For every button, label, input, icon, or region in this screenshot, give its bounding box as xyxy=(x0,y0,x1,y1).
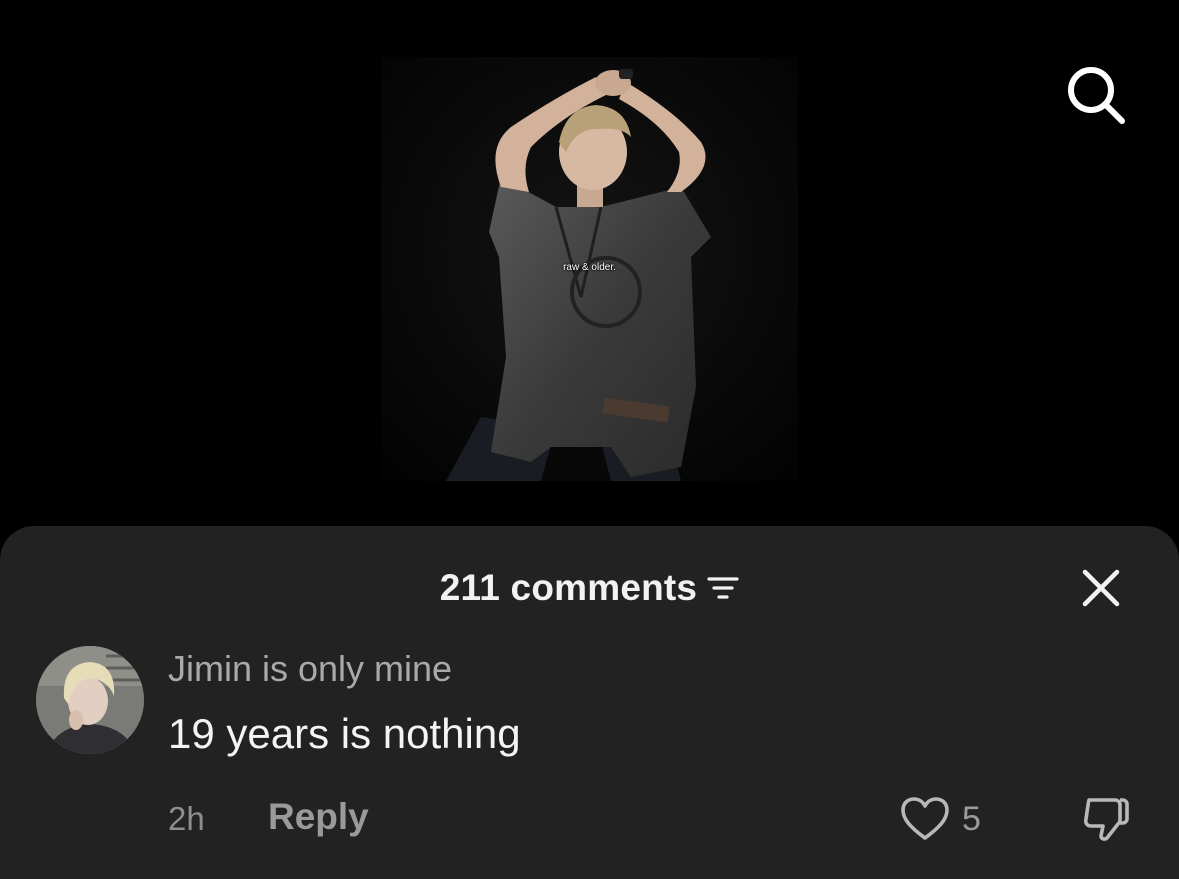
comment-count: 211 comments xyxy=(439,567,698,608)
commenter-avatar[interactable] xyxy=(36,646,144,754)
like-button[interactable]: 5 xyxy=(900,794,981,844)
sort-filter-icon xyxy=(707,577,739,599)
like-count: 5 xyxy=(962,799,981,838)
tiktok-comments-screen: raw & older. 211 comments Jimin is only … xyxy=(0,0,1179,879)
search-button[interactable] xyxy=(1058,67,1134,124)
comment-text: 19 years is nothing xyxy=(168,710,521,757)
comment-username[interactable]: Jimin is only mine xyxy=(168,648,452,690)
comment-timestamp: 2h xyxy=(168,800,205,837)
comments-header: 211 comments xyxy=(0,566,1179,610)
close-button[interactable] xyxy=(1076,566,1126,610)
comments-sheet: 211 comments Jimin is only mine 19 years… xyxy=(0,526,1179,879)
heart-outline-icon xyxy=(901,797,949,840)
search-icon xyxy=(1068,67,1125,124)
sort-comments-button[interactable]: 211 comments xyxy=(440,567,739,609)
close-icon xyxy=(1082,569,1120,607)
video-thumbnail xyxy=(381,57,798,481)
avatar-image xyxy=(36,646,144,754)
reply-button[interactable]: Reply xyxy=(268,796,369,838)
dislike-button[interactable] xyxy=(1078,794,1134,844)
thumbs-down-icon xyxy=(1083,798,1129,841)
video-player[interactable]: raw & older. xyxy=(381,57,798,481)
